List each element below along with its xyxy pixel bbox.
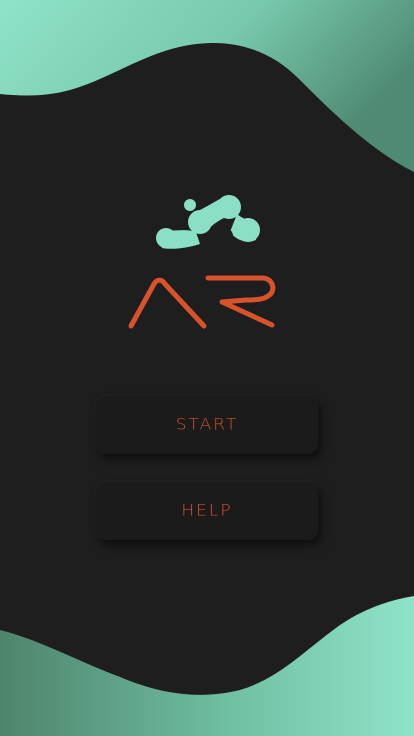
- background-waves: [0, 0, 414, 736]
- top-wave: [0, 0, 414, 172]
- help-button-label: HELP: [181, 501, 233, 521]
- help-button[interactable]: HELP: [96, 482, 318, 540]
- main-menu-screen: START HELP: [0, 0, 414, 736]
- start-button[interactable]: START: [96, 396, 318, 454]
- start-button-label: START: [175, 415, 239, 435]
- bottom-wave: [0, 596, 414, 736]
